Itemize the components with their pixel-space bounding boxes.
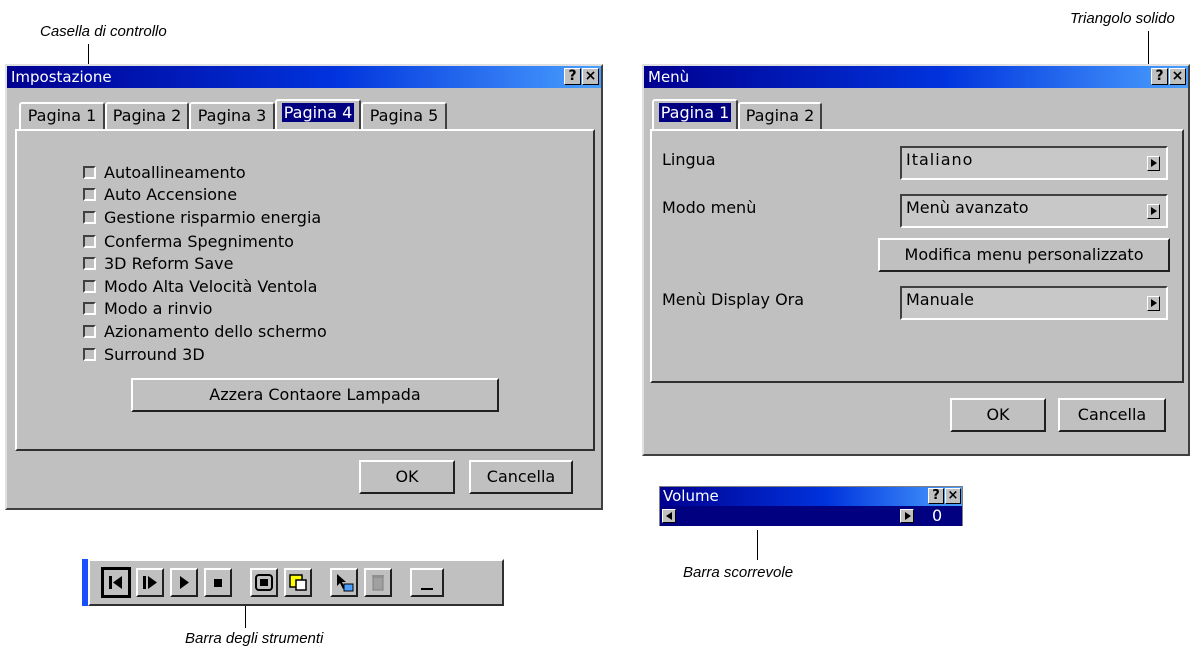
- menu-dialog: Menù ? × Pagina 1 Pagina 2 Lingua Italia…: [642, 64, 1190, 456]
- display-time-value: Manuale: [906, 290, 974, 309]
- scroll-left-icon[interactable]: [662, 509, 676, 523]
- checkbox-label: Auto Accensione: [104, 184, 238, 204]
- language-value: Italiano: [906, 150, 974, 169]
- checkbox-label: Modo a rinvio: [104, 298, 213, 318]
- checkbox-auto-accensione[interactable]: Auto Accensione: [83, 183, 237, 205]
- custom-menu-button[interactable]: Modifica menu personalizzato: [878, 238, 1170, 272]
- picture-in-picture-icon[interactable]: [284, 568, 312, 597]
- tab-label: Pagina 4: [281, 103, 355, 122]
- step-back-icon[interactable]: [101, 567, 131, 598]
- close-button[interactable]: ×: [582, 68, 599, 85]
- reset-lamp-counter-button[interactable]: Azzera Contaore Lampada: [131, 378, 499, 412]
- tab-pagina-5[interactable]: Pagina 5: [361, 102, 447, 129]
- checkbox-alta-velocita-ventola[interactable]: Modo Alta Velocità Ventola: [83, 275, 317, 297]
- checkbox[interactable]: [83, 234, 96, 248]
- display-time-label: Menù Display Ora: [662, 290, 805, 309]
- menu-title: Menù: [648, 68, 690, 86]
- caption-solid-triangle: Triangolo solido: [1070, 10, 1175, 27]
- solid-triangle-icon[interactable]: [1147, 156, 1160, 171]
- volume-value: 0: [932, 506, 943, 525]
- menu-mode-dropdown[interactable]: Menù avanzato: [900, 194, 1168, 228]
- volume-scrollbar[interactable]: 0: [660, 506, 962, 526]
- play-icon[interactable]: [170, 568, 198, 597]
- setup-title: Impostazione: [11, 68, 112, 86]
- tab-pagina-2[interactable]: Pagina 2: [105, 102, 189, 129]
- tab-pagina-2[interactable]: Pagina 2: [738, 102, 822, 129]
- trash-icon: [364, 568, 392, 597]
- checkbox-conferma-spegnimento[interactable]: Conferma Spegnimento: [83, 230, 294, 252]
- setup-dialog: Impostazione ? × Pagina 1 Pagina 2 Pagin…: [5, 64, 603, 510]
- checkbox[interactable]: [83, 165, 96, 179]
- volume-window: Volume ? × 0: [659, 486, 963, 526]
- tab-label: Pagina 2: [112, 106, 182, 125]
- checkbox-azionamento-schermo[interactable]: Azionamento dello schermo: [83, 320, 327, 342]
- tab-label: Pagina 1: [658, 103, 732, 122]
- ok-button[interactable]: OK: [950, 398, 1046, 432]
- stop-icon[interactable]: [204, 568, 232, 597]
- scroll-right-icon[interactable]: [900, 509, 914, 523]
- checkbox[interactable]: [83, 187, 96, 201]
- checkbox-modo-a-rinvio[interactable]: Modo a rinvio: [83, 297, 212, 319]
- tab-pagina-1[interactable]: Pagina 1: [19, 102, 105, 129]
- tab-label: Pagina 1: [27, 106, 97, 125]
- caption-toolbar: Barra degli strumenti: [185, 630, 324, 647]
- checkbox[interactable]: [83, 279, 96, 293]
- cancel-button[interactable]: Cancella: [469, 460, 573, 494]
- language-label: Lingua: [662, 150, 716, 169]
- leader-line-scrollbar: [757, 530, 758, 560]
- checkbox-surround-3d[interactable]: Surround 3D: [83, 343, 205, 365]
- help-button[interactable]: ?: [564, 68, 581, 85]
- ok-button[interactable]: OK: [359, 460, 455, 494]
- tab-pagina-1[interactable]: Pagina 1: [652, 99, 738, 129]
- display-time-dropdown[interactable]: Manuale: [900, 286, 1168, 320]
- menu-titlebar: Menù ? ×: [644, 66, 1188, 88]
- tab-pagina-3[interactable]: Pagina 3: [189, 102, 275, 129]
- checkbox-label: Conferma Spegnimento: [104, 231, 294, 251]
- minimize-icon[interactable]: [410, 568, 444, 597]
- solid-triangle-icon[interactable]: [1147, 204, 1160, 219]
- step-forward-icon[interactable]: [136, 568, 164, 597]
- checkbox-3d-reform-save[interactable]: 3D Reform Save: [83, 252, 234, 274]
- tab-label: Pagina 5: [369, 106, 439, 125]
- tab-label: Pagina 3: [197, 106, 267, 125]
- checkbox-autoallineamento[interactable]: Autoallineamento: [83, 161, 246, 183]
- help-button[interactable]: ?: [1151, 68, 1168, 85]
- caption-checkbox: Casella di controllo: [40, 23, 167, 40]
- checkbox[interactable]: [83, 347, 96, 361]
- checkbox[interactable]: [83, 210, 96, 224]
- cancel-button[interactable]: Cancella: [1058, 398, 1166, 432]
- toolbar: [88, 559, 504, 606]
- menu-mode-label: Modo menù: [662, 198, 757, 217]
- checkbox[interactable]: [83, 301, 96, 315]
- checkbox-label: Azionamento dello schermo: [104, 321, 327, 341]
- tab-pagina-4[interactable]: Pagina 4: [275, 99, 361, 129]
- close-button[interactable]: ×: [1169, 68, 1186, 85]
- checkbox-label: Autoallineamento: [104, 162, 246, 182]
- checkbox[interactable]: [83, 256, 96, 270]
- menu-mode-value: Menù avanzato: [906, 198, 1029, 217]
- checkbox-label: Modo Alta Velocità Ventola: [104, 276, 318, 296]
- volume-title: Volume: [663, 487, 719, 505]
- help-button[interactable]: ?: [928, 488, 944, 504]
- checkbox-label: Gestione risparmio energia: [104, 207, 322, 227]
- tab-label: Pagina 2: [745, 106, 815, 125]
- freeze-icon[interactable]: [250, 568, 278, 597]
- solid-triangle-icon[interactable]: [1147, 296, 1160, 311]
- checkbox[interactable]: [83, 324, 96, 338]
- close-button[interactable]: ×: [945, 488, 961, 504]
- caption-scrollbar: Barra scorrevole: [683, 564, 794, 581]
- pointer-icon[interactable]: [330, 568, 358, 597]
- checkbox-label: 3D Reform Save: [104, 253, 234, 273]
- setup-titlebar: Impostazione ? ×: [7, 66, 601, 88]
- checkbox-label: Surround 3D: [104, 344, 205, 364]
- checkbox-gestione-risparmio[interactable]: Gestione risparmio energia: [83, 206, 321, 228]
- language-dropdown[interactable]: Italiano: [900, 146, 1168, 180]
- volume-titlebar: Volume ? ×: [660, 487, 962, 506]
